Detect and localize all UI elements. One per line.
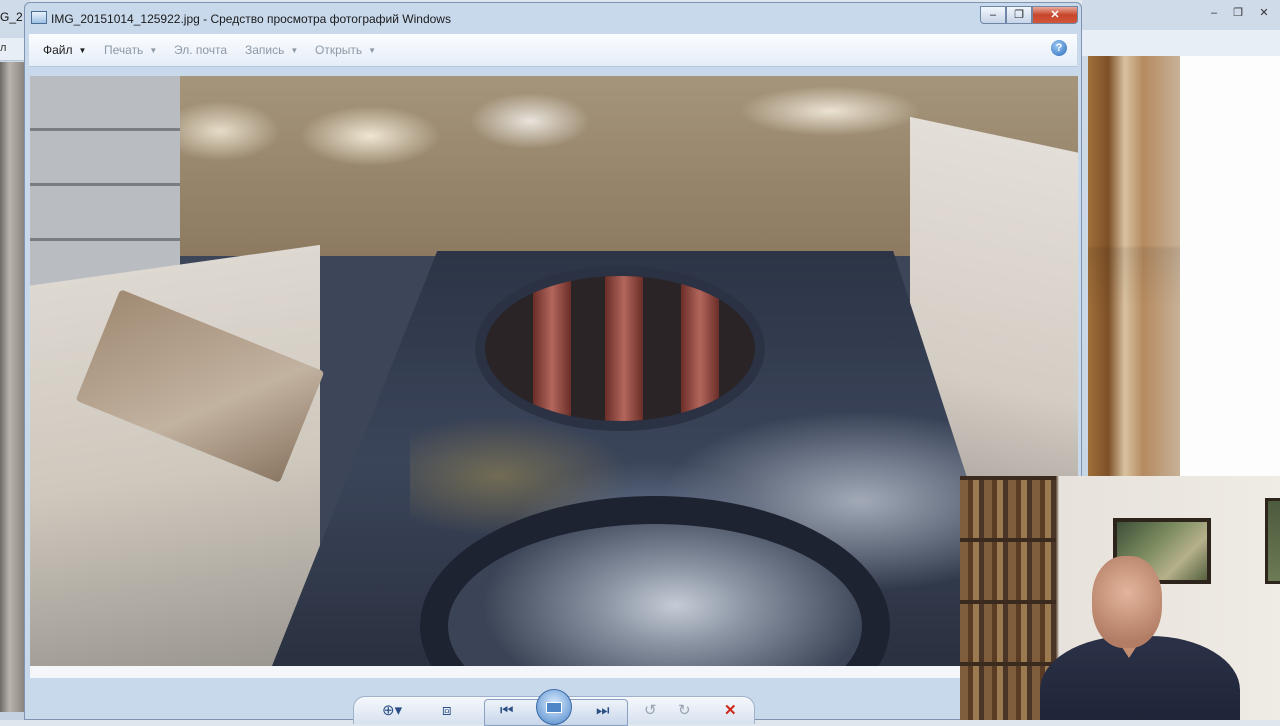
zoom-icon[interactable]: ⊕▾ (382, 701, 402, 721)
rotate-left-icon[interactable]: ↺ (644, 701, 657, 721)
background-window-left-title: G_2 (0, 10, 23, 24)
background-close-button[interactable]: ✕ (1252, 5, 1276, 21)
minimize-button[interactable]: – (980, 6, 1006, 24)
menu-print-label: Печать (104, 43, 144, 57)
delete-icon[interactable]: ✕ (724, 701, 737, 721)
menu-burn-label: Запись (245, 43, 285, 57)
slideshow-icon (546, 702, 562, 713)
menu-email[interactable]: Эл. почта (174, 43, 227, 57)
webcam-overlay (960, 476, 1280, 720)
menu-open-label: Открыть (315, 43, 363, 57)
photo-grate-bar (605, 276, 643, 421)
background-window-right-menubar (1082, 30, 1280, 56)
maximize-button[interactable]: ❐ (1006, 6, 1032, 24)
menu-file[interactable]: Файл ▼ (43, 43, 86, 57)
menu-bar: Файл ▼ Печать ▼ Эл. почта Запись ▼ Открыть ▼… (29, 34, 1077, 67)
chevron-down-icon: ▼ (368, 46, 377, 55)
menu-open[interactable]: Открыть ▼ (315, 43, 376, 57)
photo-grate-opening (475, 266, 765, 431)
photo-grate-bar (533, 276, 571, 421)
close-button[interactable]: ✕ (1032, 6, 1078, 24)
chevron-down-icon: ▼ (78, 46, 87, 55)
photo-viewer-app-icon (31, 11, 47, 24)
help-icon[interactable]: ? (1051, 40, 1067, 56)
window-title: IMG_20151014_125922.jpg - Средство просм… (51, 12, 451, 26)
photo-viewer-window: IMG_20151014_125922.jpg - Средство просм… (24, 2, 1082, 726)
background-window-left-photo (0, 62, 24, 712)
background-minimize-button[interactable]: – (1202, 5, 1226, 21)
next-icon[interactable]: ⏭ (596, 701, 610, 721)
background-window-right-photo (1088, 56, 1180, 476)
menu-burn[interactable]: Запись ▼ (245, 43, 298, 57)
photo-display (30, 76, 1078, 666)
webcam-person-head (1092, 556, 1162, 648)
title-bar[interactable]: IMG_20151014_125922.jpg - Средство просм… (25, 3, 1081, 33)
menu-email-label: Эл. почта (174, 43, 228, 57)
photo-grate-bar (681, 276, 719, 421)
actual-size-icon[interactable]: ⧈ (442, 701, 452, 721)
background-maximize-button[interactable]: ❐ (1226, 5, 1250, 21)
webcam-painting-edge (1265, 498, 1280, 584)
chevron-down-icon: ▼ (290, 46, 299, 55)
background-window-left-menu: л (0, 42, 7, 54)
menu-print[interactable]: Печать ▼ (104, 43, 157, 57)
background-window-right-canvas (1180, 56, 1280, 476)
webcam-person-body (1040, 636, 1240, 720)
rotate-right-icon[interactable]: ↻ (678, 701, 691, 721)
menu-file-label: Файл (43, 43, 73, 57)
chevron-down-icon: ▼ (149, 46, 158, 55)
photo-status-strip (30, 666, 1078, 678)
previous-icon[interactable]: ⏮ (500, 701, 514, 721)
